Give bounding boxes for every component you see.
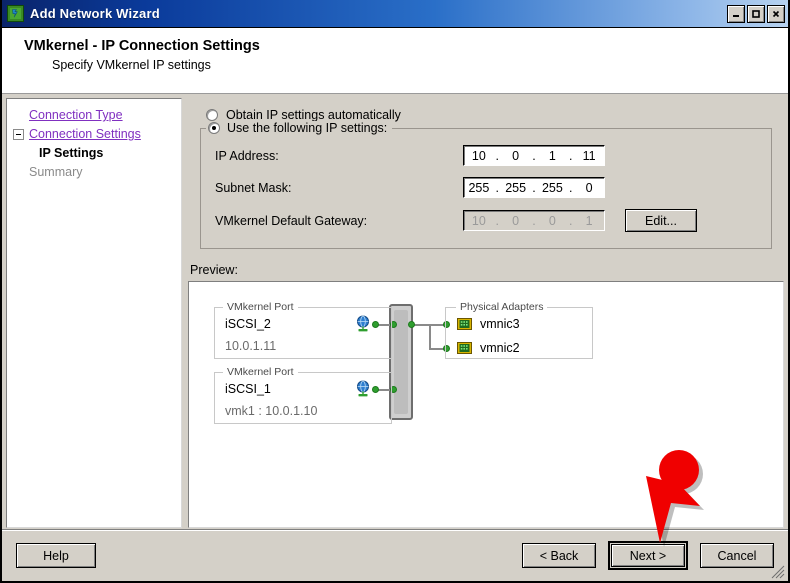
manual-ip-groupbox: Use the following IP settings: IP Addres…: [200, 121, 772, 249]
page-header: VMkernel - IP Connection Settings Specif…: [2, 28, 788, 94]
field-label: IP Address:: [215, 148, 279, 163]
field-ip-address: IP Address: 10 . 0 . 1 . 11: [215, 145, 757, 166]
radio-use-following-ip[interactable]: Use the following IP settings:: [206, 121, 393, 135]
network-diagram: VMkernel Port iSCSI_2 10.0.1.11 VMkernel…: [189, 282, 783, 527]
edit-gateway-button[interactable]: Edit...: [625, 209, 697, 232]
field-label: Subnet Mask:: [215, 180, 292, 195]
ip-settings-panel: Obtain IP settings automatically Use the…: [188, 98, 784, 249]
field-subnet-mask: Subnet Mask: 255 . 255 . 255 . 0: [215, 177, 757, 198]
default-gateway-input: 10 . 0 . 0 . 1: [463, 210, 605, 231]
octet-separator: .: [532, 148, 536, 163]
vmkernel-globe-icon: [354, 380, 372, 403]
sidebar-item-summary: Summary: [13, 164, 175, 181]
title-bar: Add Network Wizard: [2, 0, 788, 28]
octet-separator: .: [495, 213, 499, 228]
octet-4[interactable]: 0: [574, 181, 604, 195]
octet-2[interactable]: 255: [501, 181, 531, 195]
octet-4[interactable]: 11: [574, 149, 604, 163]
octet-1[interactable]: 255: [464, 181, 494, 195]
window-controls: [727, 4, 785, 23]
cancel-button[interactable]: Cancel: [700, 543, 774, 568]
minimize-button[interactable]: [727, 4, 745, 23]
octet-separator: .: [569, 148, 573, 163]
radio-label: Obtain IP settings automatically: [226, 108, 401, 122]
next-button-focus-ring: Next >: [608, 541, 688, 570]
sidebar-item-label: Summary: [29, 165, 83, 179]
octet-2[interactable]: 0: [501, 149, 531, 163]
sidebar-item-ip-settings: IP Settings: [13, 145, 175, 162]
vmkernel-port-name: iSCSI_2: [225, 317, 271, 331]
wire-branch-vertical: [429, 324, 431, 350]
physical-adapter-label: vmnic2: [480, 341, 520, 355]
sidebar-item-connection-settings[interactable]: Connection Settings: [13, 126, 175, 143]
network-preview-panel: VMkernel Port iSCSI_2 10.0.1.11 VMkernel…: [188, 281, 784, 528]
sidebar-item-label[interactable]: Connection Type: [29, 107, 123, 124]
radio-label: Use the following IP settings:: [227, 121, 388, 135]
octet-2: 0: [512, 213, 520, 228]
close-button[interactable]: [767, 4, 785, 23]
octet-separator: .: [532, 180, 536, 195]
vmkernel-port-legend: VMkernel Port: [223, 366, 298, 378]
octet-separator: .: [495, 180, 499, 195]
wizard-main-content: Obtain IP settings automatically Use the…: [188, 98, 784, 528]
wizard-steps-sidebar: Connection Type Connection Settings IP S…: [6, 98, 182, 528]
octet-separator: .: [569, 180, 573, 195]
maximize-button[interactable]: [747, 4, 765, 23]
collapse-toggle-icon[interactable]: [13, 129, 24, 140]
sidebar-item-label[interactable]: Connection Settings: [29, 126, 141, 143]
octet-4: 1: [585, 213, 593, 228]
vmkernel-port-legend: VMkernel Port: [223, 301, 298, 313]
physical-adapter-label: vmnic3: [480, 317, 520, 331]
octet-3: 0: [548, 213, 556, 228]
octet-separator: .: [495, 148, 499, 163]
window-title: Add Network Wizard: [30, 6, 160, 21]
add-network-wizard-window: Add Network Wizard VMkernel - IP Connect…: [0, 0, 790, 583]
vmkernel-globe-icon: [354, 315, 372, 338]
physical-adapter-row-vmnic3: vmnic3: [457, 317, 520, 331]
octet-1[interactable]: 10: [464, 149, 494, 163]
physical-adapter-row-vmnic2: vmnic2: [457, 341, 520, 355]
sidebar-item-connection-type[interactable]: Connection Type: [13, 107, 175, 124]
wire-switch-to-vmnic3: [410, 324, 446, 326]
octet-1: 10: [471, 213, 486, 228]
preview-label: Preview:: [190, 263, 238, 277]
network-adapter-icon: [457, 318, 472, 330]
wizard-body: Connection Type Connection Settings IP S…: [2, 94, 788, 528]
sidebar-item-label: IP Settings: [39, 146, 104, 160]
connection-dot: [408, 321, 415, 328]
radio-button-icon[interactable]: [206, 109, 218, 121]
octet-3[interactable]: 1: [538, 149, 568, 163]
vmkernel-port-ip: vmk1 : 10.0.1.10: [225, 404, 318, 418]
octet-separator: .: [569, 213, 573, 228]
vmkernel-port-name: iSCSI_1: [225, 382, 271, 396]
next-button[interactable]: Next >: [611, 544, 685, 567]
ip-address-input[interactable]: 10 . 0 . 1 . 11: [463, 145, 605, 166]
subnet-mask-input[interactable]: 255 . 255 . 255 . 0: [463, 177, 605, 198]
field-vmkernel-default-gateway: VMkernel Default Gateway: 10 . 0 . 0 . 1…: [215, 209, 757, 232]
network-adapter-icon: [457, 342, 472, 354]
help-button[interactable]: Help: [16, 543, 96, 568]
field-label: VMkernel Default Gateway:: [215, 213, 368, 228]
radio-button-icon[interactable]: [208, 122, 220, 134]
radio-obtain-automatically[interactable]: Obtain IP settings automatically: [200, 108, 772, 122]
vmkernel-port-ip: 10.0.1.11: [225, 339, 277, 353]
octet-separator: .: [532, 213, 536, 228]
physical-adapters-legend: Physical Adapters: [456, 301, 548, 313]
page-subtitle: Specify VMkernel IP settings: [52, 58, 211, 72]
resize-grip[interactable]: [771, 565, 785, 579]
back-button[interactable]: < Back: [522, 543, 596, 568]
network-wizard-icon: [7, 5, 24, 22]
octet-3[interactable]: 255: [538, 181, 568, 195]
page-title: VMkernel - IP Connection Settings: [24, 38, 260, 54]
wizard-footer: Help < Back Next > Cancel: [2, 529, 788, 581]
